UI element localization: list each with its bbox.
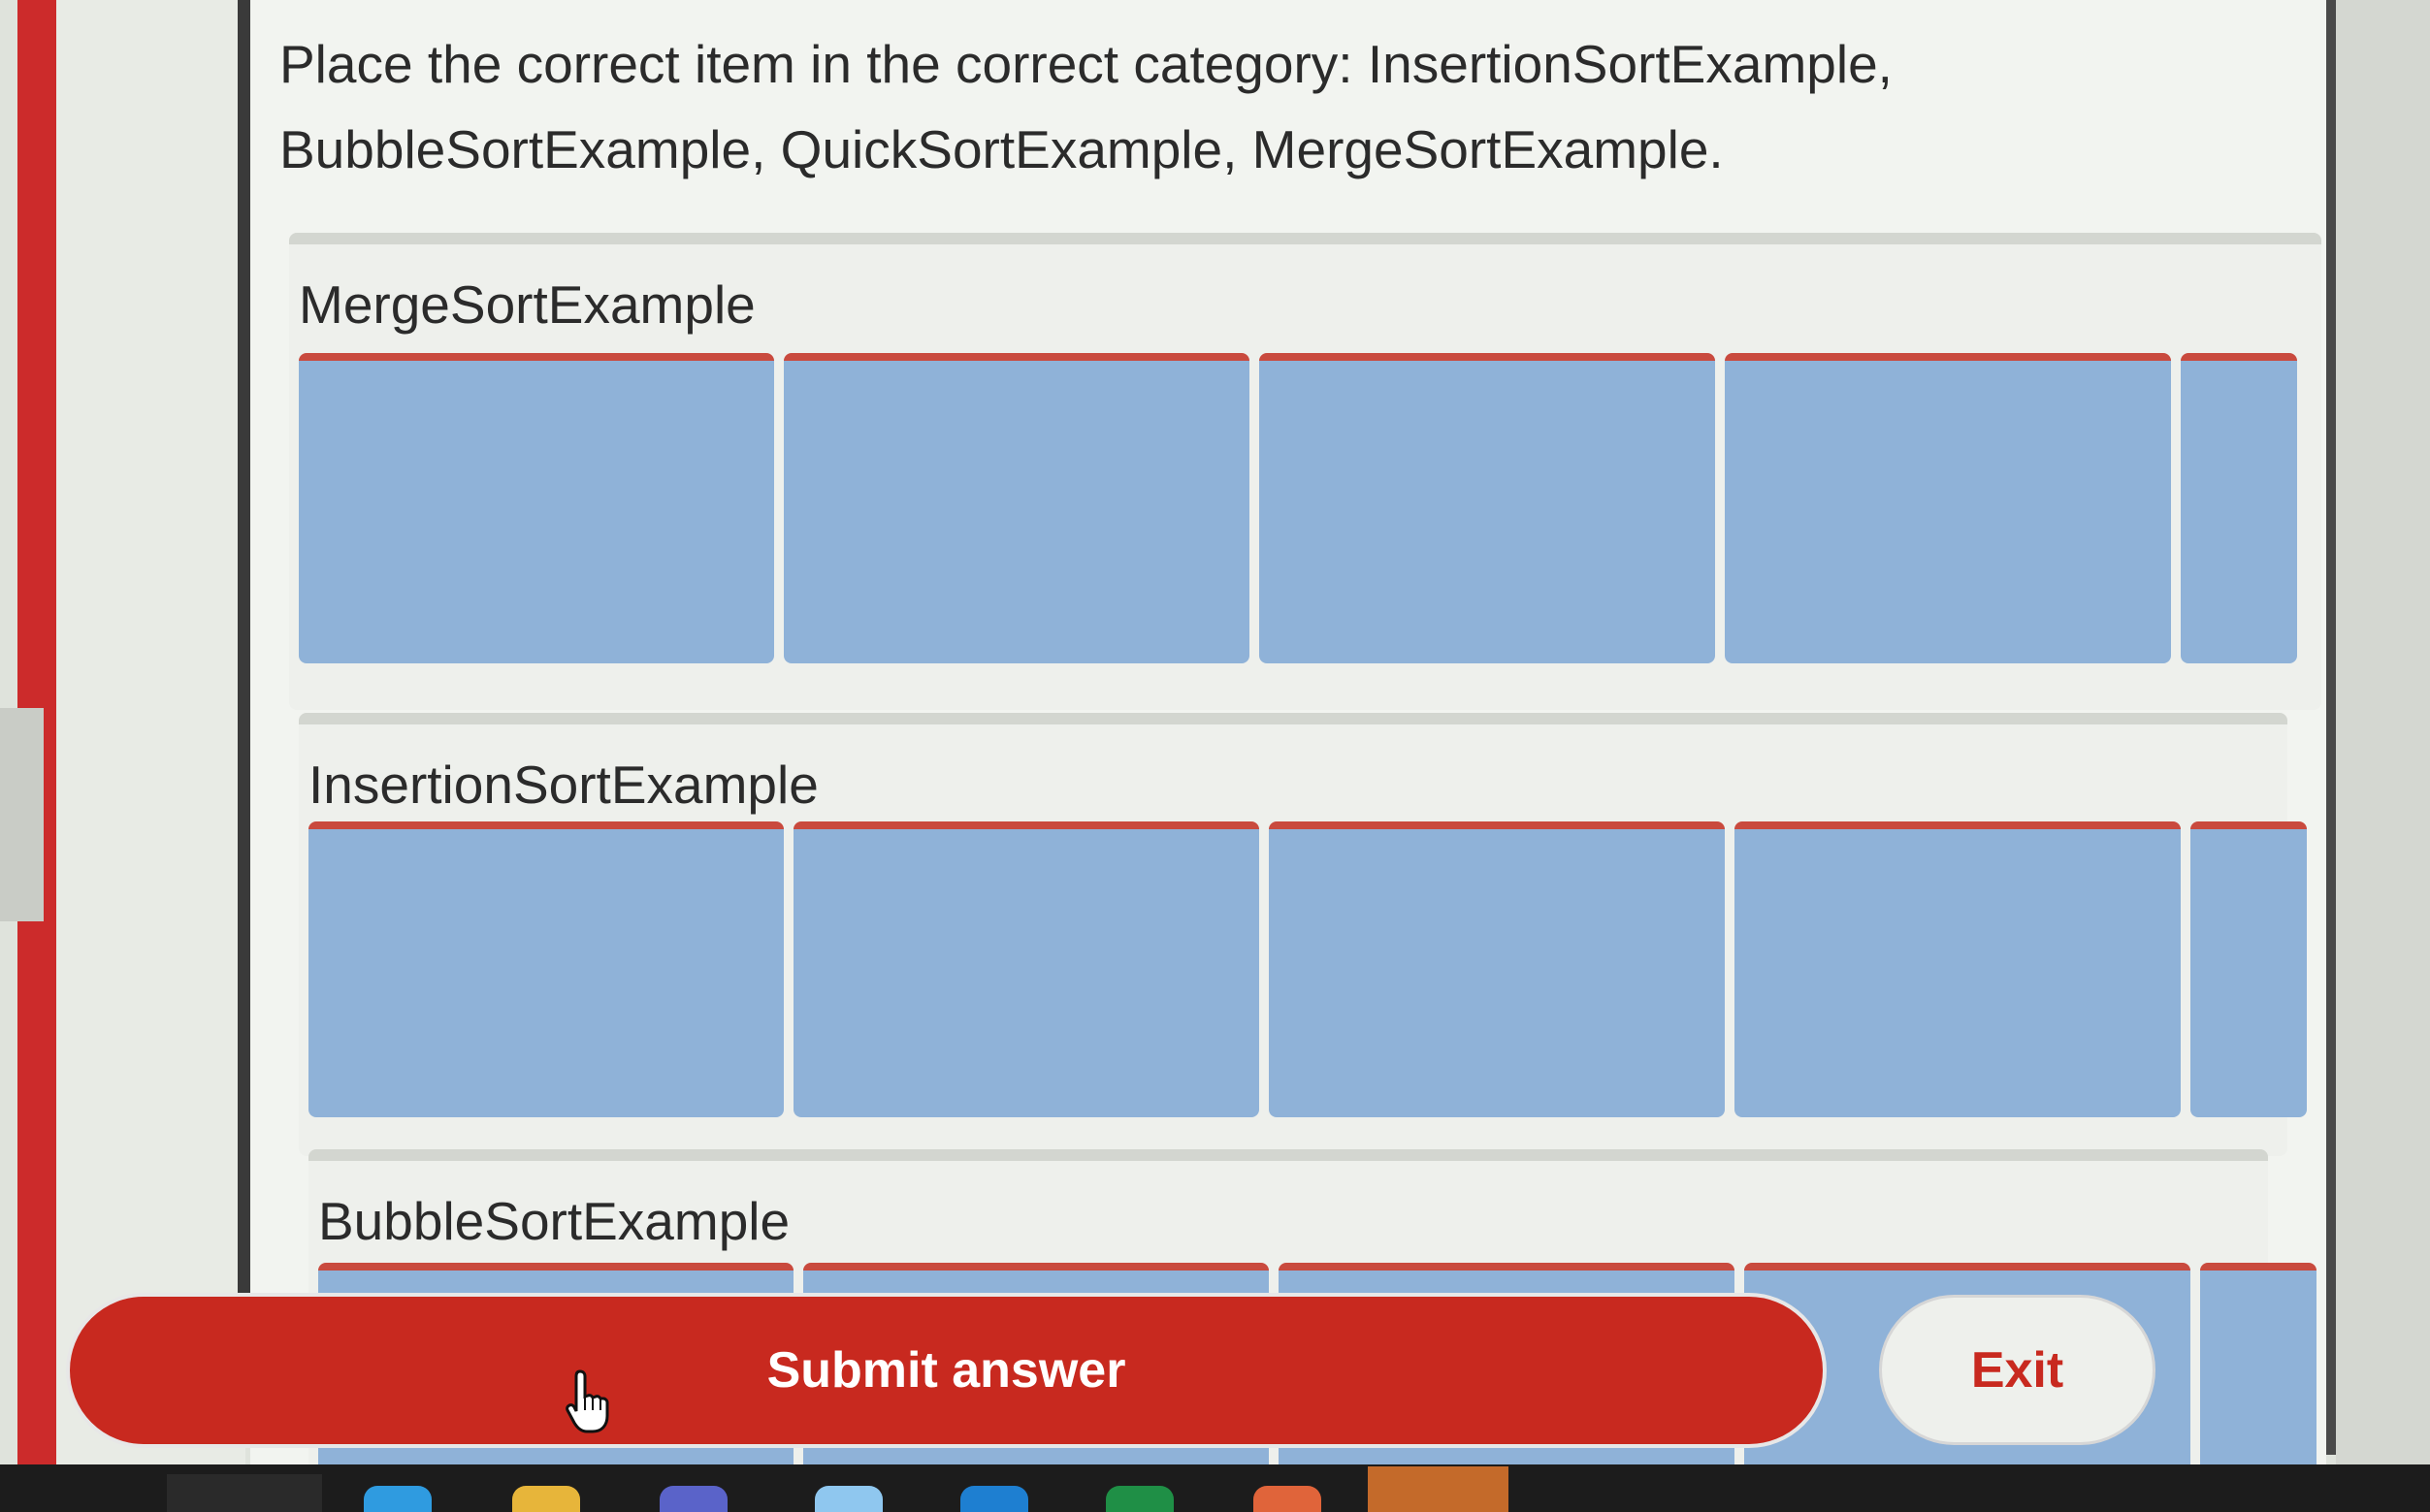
activity-panel: Place the correct item in the correct ca… [250, 0, 2326, 1481]
file-explorer-icon[interactable] [512, 1486, 580, 1512]
question-prompt: Place the correct item in the correct ca… [279, 34, 1893, 179]
left-panel [56, 0, 245, 1464]
exit-button[interactable]: Exit [1879, 1295, 2155, 1445]
category-insertionsort: InsertionSortExample [299, 713, 2307, 1156]
drop-slot[interactable] [308, 821, 784, 1117]
browser-icon[interactable] [815, 1486, 883, 1512]
category-title: InsertionSortExample [308, 755, 819, 815]
right-panel-edge [2326, 0, 2336, 1455]
drop-slot[interactable] [1269, 821, 1725, 1117]
drop-slot[interactable] [794, 821, 1259, 1117]
drop-slot[interactable] [299, 353, 774, 663]
hand-pointer-icon [566, 1369, 609, 1433]
drop-slot[interactable] [2190, 821, 2307, 1117]
start-icon[interactable] [167, 1474, 322, 1512]
drop-slot[interactable] [1734, 821, 2181, 1117]
right-panel [2336, 0, 2430, 1464]
spreadsheet-icon[interactable] [1106, 1486, 1174, 1512]
submit-answer-button[interactable]: Submit answer [66, 1293, 1827, 1448]
drop-slot[interactable] [2200, 1263, 2317, 1476]
drop-slot-row [308, 821, 2307, 1117]
drop-slot[interactable] [2181, 353, 2297, 663]
drop-slot-row [299, 353, 2297, 663]
app-icon[interactable] [1253, 1486, 1321, 1512]
chrome-icon[interactable] [1368, 1466, 1508, 1512]
panel-divider [238, 0, 250, 1300]
teams-icon[interactable] [660, 1486, 728, 1512]
edge-browser-icon[interactable] [364, 1486, 432, 1512]
drop-slot[interactable] [784, 353, 1249, 663]
store-icon[interactable] [960, 1486, 1028, 1512]
category-title: MergeSortExample [299, 274, 756, 335]
left-panel-tab [0, 708, 44, 921]
category-mergesort: MergeSortExample [289, 233, 2321, 710]
category-title: BubbleSortExample [318, 1191, 791, 1251]
drop-slot[interactable] [1259, 353, 1715, 663]
drop-slot[interactable] [1725, 353, 2171, 663]
